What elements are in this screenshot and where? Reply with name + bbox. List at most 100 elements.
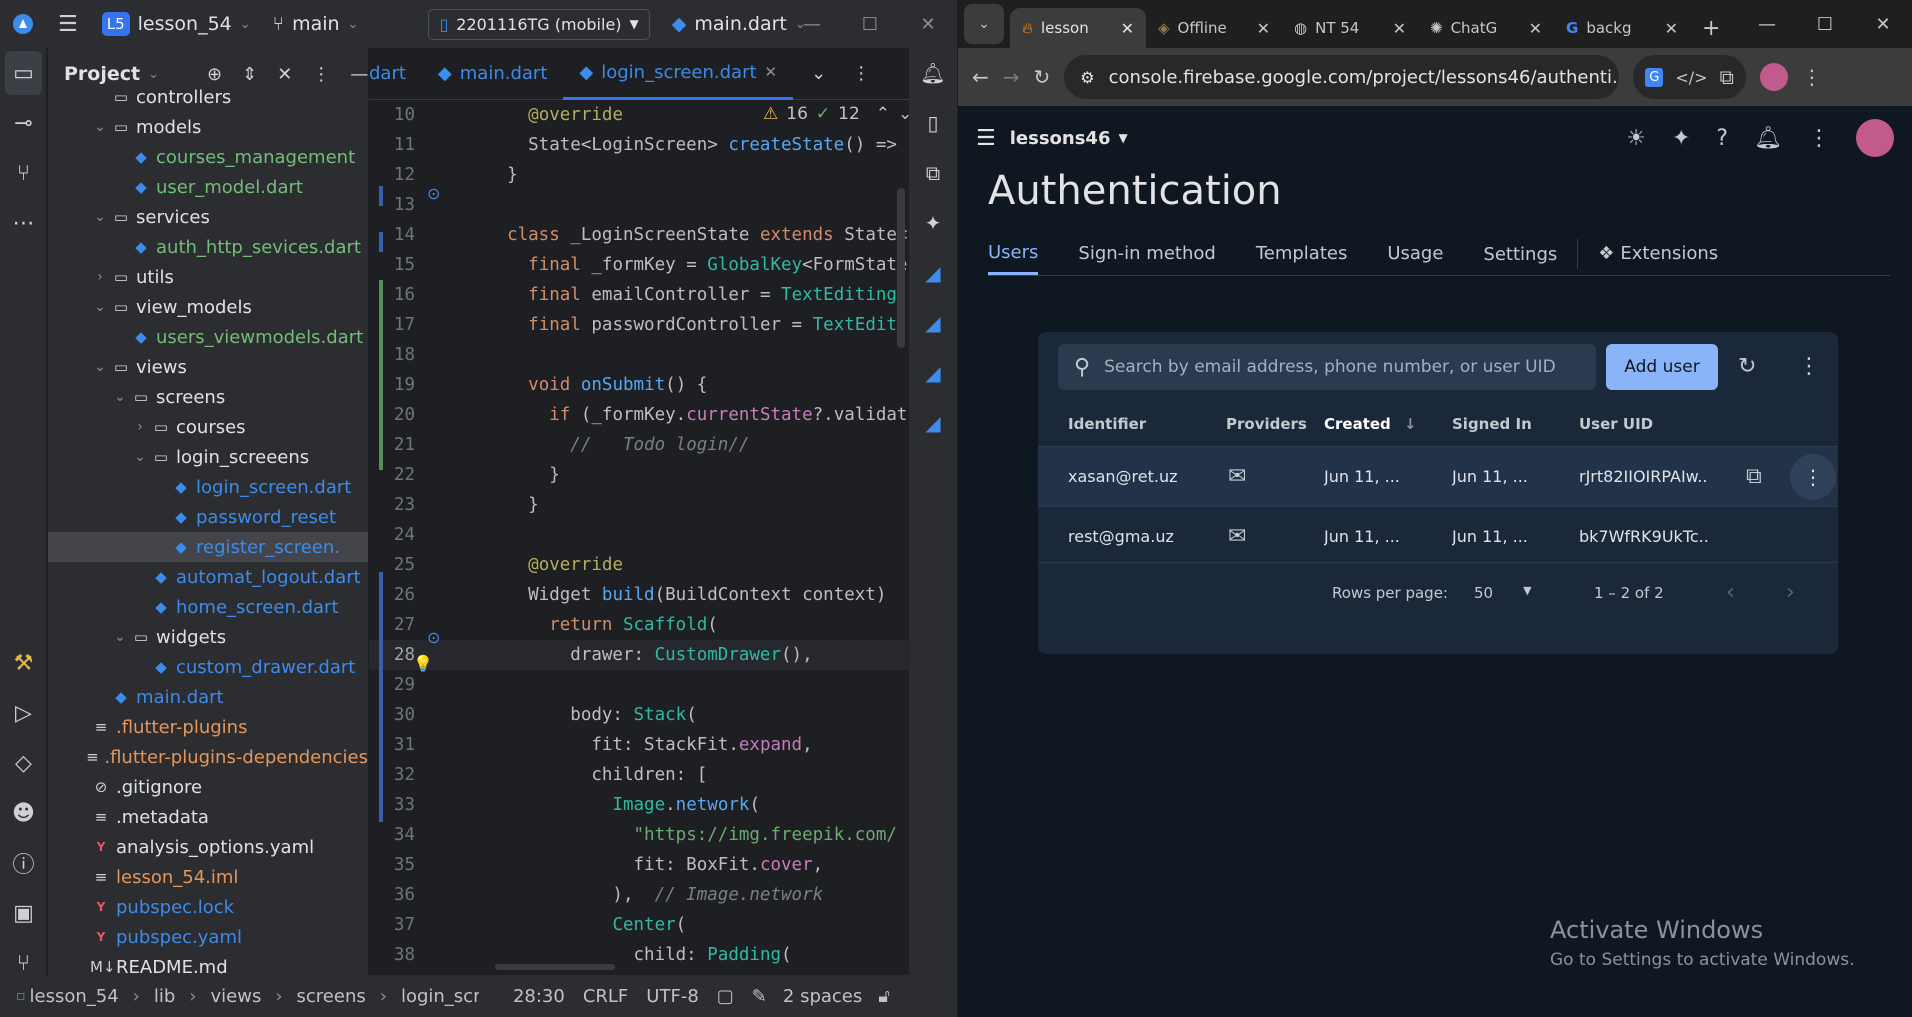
breadcrumb-item[interactable]: login_screeens xyxy=(401,986,479,1007)
tree-item[interactable]: ◆ register_screen. xyxy=(48,532,368,562)
chevron-right-icon[interactable]: › xyxy=(130,419,150,435)
file-encoding[interactable]: UTF-8 xyxy=(646,986,698,1007)
table-row[interactable]: rest@gma.uz ✉ Jun 11, ... Jun 11, ... bk… xyxy=(1038,506,1838,566)
tab-list-icon[interactable]: ⌄ xyxy=(811,63,826,84)
translate-extension-icon[interactable]: G xyxy=(1645,67,1664,87)
close-tab-icon[interactable]: ✕ xyxy=(1665,19,1678,38)
tree-item[interactable]: ≡ .flutter-plugins xyxy=(48,712,368,742)
minimize-icon[interactable]: — xyxy=(783,0,841,48)
close-tab-icon[interactable]: ✕ xyxy=(1121,19,1134,38)
next-page-icon[interactable]: › xyxy=(1786,580,1795,605)
tree-item[interactable]: ⌄ ▭ screens xyxy=(48,382,368,412)
notifications-icon[interactable]: 🔔︎ xyxy=(909,48,957,98)
flutter-devtools-icon[interactable]: ◢ xyxy=(909,398,957,448)
code-line[interactable]: 26 Widget build(BuildContext context) xyxy=(369,580,909,610)
horizontal-scrollbar[interactable] xyxy=(495,964,615,970)
browser-tab-lesson[interactable]: 🔥︎ lesson ✕ xyxy=(1010,8,1146,48)
tree-item[interactable]: ≡ lesson_54.iml xyxy=(48,862,368,892)
run-icon[interactable]: ▷ xyxy=(0,688,47,738)
code-line[interactable]: 33 Image.network( xyxy=(369,790,909,820)
build-icon[interactable]: ⚒ xyxy=(0,638,47,688)
more-options-icon[interactable]: ⋮ xyxy=(1808,126,1830,151)
code-line[interactable]: 13 xyxy=(369,190,909,220)
tree-item[interactable]: ◆ courses_management xyxy=(48,142,368,172)
table-row[interactable]: xasan@ret.uz ✉ Jun 11, ... Jun 11, ... r… xyxy=(1038,446,1838,506)
tree-item[interactable]: ◆ main.dart xyxy=(48,682,368,712)
breadcrumb-item[interactable]: screens xyxy=(297,986,366,1007)
tree-item[interactable]: › ▭ courses xyxy=(48,412,368,442)
tab-sign-in-method[interactable]: Sign-in method xyxy=(1058,232,1235,275)
code-line[interactable]: 22 } xyxy=(369,460,909,490)
add-user-button[interactable]: Add user xyxy=(1606,344,1718,390)
flutter-outline-icon[interactable]: ◢ xyxy=(909,348,957,398)
notifications-icon[interactable]: 🔔︎ xyxy=(1754,126,1782,151)
code-line[interactable]: 35 fit: BoxFit.cover, xyxy=(369,850,909,880)
tree-item[interactable]: ◆ automat_logout.dart xyxy=(48,562,368,592)
tree-item[interactable]: ⌄ ▭ models xyxy=(48,112,368,142)
close-icon[interactable]: ✕ xyxy=(1854,0,1912,48)
project-tool-icon[interactable]: ▭ xyxy=(5,51,42,95)
tab-settings[interactable]: Settings xyxy=(1463,239,1579,269)
code-line[interactable]: 30 body: Stack( xyxy=(369,700,909,730)
tree-item[interactable]: ◆ password_reset xyxy=(48,502,368,532)
tree-item[interactable]: ◆ users_viewmodels.dart xyxy=(48,322,368,352)
tree-item[interactable]: Yanalysis_options.yaml xyxy=(48,832,368,862)
tree-item[interactable]: ≡ .flutter-plugins-dependencies xyxy=(48,742,368,772)
tree-item[interactable]: ⌄ ▭ widgets xyxy=(48,622,368,652)
close-tab-icon[interactable]: ✕ xyxy=(765,63,778,81)
theme-toggle-icon[interactable]: ☀ xyxy=(1626,126,1646,151)
problems-icon[interactable]: ⓘ xyxy=(0,838,47,888)
close-tab-icon[interactable]: ✕ xyxy=(1529,19,1542,38)
lock-icon[interactable]: 🔓︎ xyxy=(878,986,890,1007)
tree-item[interactable]: ⌄ ▭ view_models xyxy=(48,292,368,322)
minimize-icon[interactable]: — xyxy=(1738,0,1796,48)
close-icon[interactable]: ✕ xyxy=(899,0,957,48)
chevron-up-icon[interactable]: ⌃ xyxy=(876,104,890,124)
running-devices-icon[interactable]: ⧉ xyxy=(909,148,957,198)
chevron-down-icon[interactable]: ⌄ xyxy=(110,389,130,405)
prev-page-icon[interactable]: ‹ xyxy=(1726,580,1735,605)
vertical-scrollbar[interactable] xyxy=(897,188,905,348)
browser-tab-chatgpt[interactable]: ✺ ChatG ✕ xyxy=(1418,8,1554,48)
dropdown-arrow-icon[interactable]: ▼ xyxy=(1118,131,1127,145)
tab-options-icon[interactable]: ⋮ xyxy=(852,63,870,84)
chevron-down-icon[interactable]: ⌄ xyxy=(90,299,110,315)
tab-search-icon[interactable]: ⌄ xyxy=(964,4,1004,44)
extensions-puzzle-icon[interactable]: ⧉ xyxy=(1720,65,1734,89)
tab-dart[interactable]: dart xyxy=(369,48,422,100)
caret-position[interactable]: 28:30 xyxy=(513,986,565,1007)
line-separator[interactable]: CRLF xyxy=(583,986,628,1007)
row-options-icon[interactable]: ⋮ xyxy=(1790,453,1836,500)
override-gutter-icon[interactable]: ⊙ xyxy=(427,184,440,203)
chevron-down-icon[interactable]: ⌄ xyxy=(90,119,110,135)
code-editor[interactable]: dart ◆ main.dart ◆ login_screen.dart ✕ ⌄… xyxy=(369,48,909,975)
menu-icon[interactable]: ☰ xyxy=(976,126,996,151)
tab-users[interactable]: Users xyxy=(988,232,1039,275)
readonly-toggle-icon[interactable]: ▢ xyxy=(717,986,734,1007)
browser-tab-google[interactable]: G backg ✕ xyxy=(1554,8,1690,48)
help-icon[interactable]: ? xyxy=(1716,126,1728,151)
device-selector[interactable]: ▯ 2201116TG (mobile) ▼ xyxy=(428,8,650,40)
tree-item[interactable]: M↓ README.md xyxy=(48,952,368,976)
tree-item[interactable]: › ▭ utils xyxy=(48,262,368,292)
code-line[interactable]: 27 return Scaffold( xyxy=(369,610,909,640)
pull-requests-icon[interactable]: ⑂ xyxy=(0,148,47,198)
main-menu-icon[interactable]: ☰ xyxy=(58,12,78,37)
app-quality-icon[interactable]: ◇ xyxy=(0,738,47,788)
code-line[interactable]: 21 // Todo login// xyxy=(369,430,909,460)
terminal-icon[interactable]: ▣ xyxy=(0,888,47,938)
gemini-icon[interactable]: ✦ xyxy=(1672,126,1690,151)
breadcrumb-item[interactable]: lib xyxy=(154,986,175,1007)
tree-item[interactable]: ◆ home_screen.dart xyxy=(48,592,368,622)
code-line[interactable]: 12 } xyxy=(369,160,909,190)
tree-item[interactable]: ⌄ ▭ login_screeens xyxy=(48,442,368,472)
code-line[interactable]: 29 xyxy=(369,670,909,700)
tree-item[interactable]: ⌄ ▭ views xyxy=(48,352,368,382)
tab-main-dart[interactable]: ◆ main.dart xyxy=(422,48,563,100)
tree-item[interactable]: ▭ controllers xyxy=(48,82,368,112)
inspection-widget[interactable]: ⚠ 16 ✓ 12 ⌃ ⌄ xyxy=(759,104,909,124)
tree-item[interactable]: ⊘ .gitignore xyxy=(48,772,368,802)
code-line[interactable]: 23 } xyxy=(369,490,909,520)
more-tools-icon[interactable]: ⋯ xyxy=(0,198,47,248)
logcat-icon[interactable]: ☻ xyxy=(0,788,47,838)
